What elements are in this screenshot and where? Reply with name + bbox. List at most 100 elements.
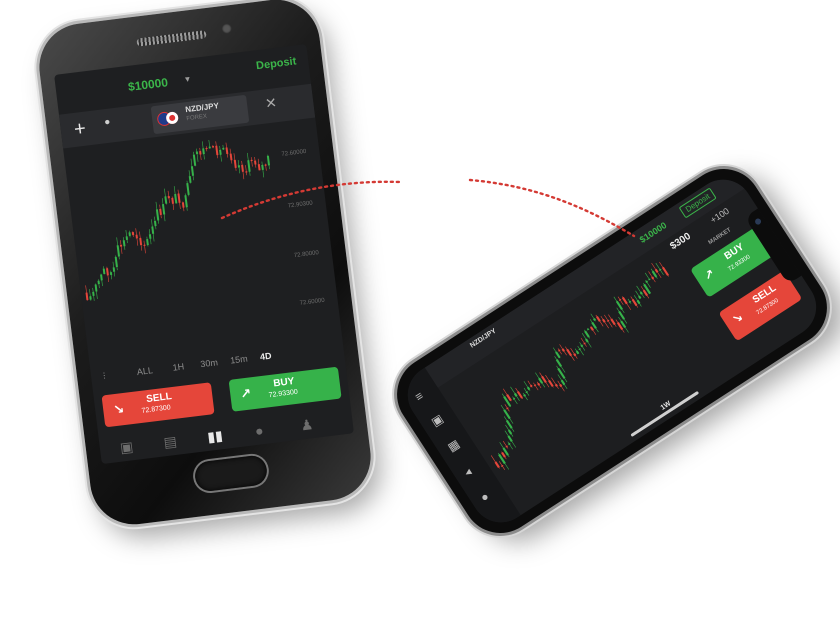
candle-body [250, 159, 253, 162]
megaphone-icon[interactable]: ◂ [461, 465, 474, 480]
candle-wick [551, 377, 559, 389]
asset-name[interactable]: NZD/JPY [469, 328, 498, 350]
timeframe-1h[interactable]: 1H [172, 361, 185, 372]
timeframe-15m[interactable]: 15m [230, 354, 249, 366]
candle-body [186, 183, 190, 195]
calendar-icon[interactable]: ▦ [445, 437, 462, 455]
candle-body [153, 220, 157, 227]
candle-body [513, 392, 518, 397]
candle-body [537, 382, 541, 386]
candle-body [237, 165, 241, 168]
candle-body [560, 379, 566, 386]
candle-body [516, 390, 523, 399]
landscape-phone: ≡ ▣ ▦ ◂ ● NZD/JPY $10000 Deposit $300 +1… [382, 154, 840, 548]
candle-body [225, 147, 229, 155]
arrow-down-right-icon: ↘ [729, 309, 746, 327]
sell-price: 72.87300 [141, 404, 172, 415]
chart-bars-icon[interactable]: ▮▮ [206, 427, 223, 446]
product-showcase: $10000 ▼ Deposit + ● NZD/JPY FOREX ✕ 72.… [0, 0, 840, 622]
candle-body [578, 348, 581, 351]
timeframe-4d[interactable]: 4D [259, 351, 272, 362]
candle-body [584, 330, 590, 338]
arrow-down-right-icon: ↘ [112, 401, 126, 418]
menu-icon[interactable]: ≡ [412, 389, 426, 405]
candle-body [261, 164, 264, 171]
chevron-down-icon[interactable]: ▼ [183, 74, 192, 84]
candle-body [573, 353, 577, 357]
briefcase-icon[interactable]: ▣ [119, 438, 134, 456]
candle-body [174, 193, 178, 204]
candle-body [143, 244, 146, 247]
asset-type: FOREX [186, 113, 208, 123]
balance-display[interactable]: $10000 [638, 220, 669, 245]
candle-body [247, 160, 251, 172]
candle-wick [196, 148, 199, 162]
sell-button[interactable]: ↘ SELL 72.87300 [101, 382, 215, 428]
candle-body [146, 239, 149, 246]
candle-body [167, 195, 170, 199]
candle-body [100, 274, 103, 281]
candle-body [533, 384, 537, 387]
candle-wick [502, 440, 509, 449]
candle-body [188, 175, 192, 183]
candle-type-icon[interactable]: ● [104, 117, 111, 129]
close-icon[interactable]: ✕ [264, 90, 308, 112]
candle-body [119, 244, 123, 247]
candle-body [636, 299, 641, 305]
candle-body [112, 267, 116, 272]
candle-body [128, 232, 131, 237]
candle-body [507, 429, 513, 435]
buy-price: 72.93300 [268, 388, 299, 400]
chart-type-icon[interactable]: ⫶ [103, 371, 107, 382]
chat-icon[interactable]: ● [254, 422, 264, 439]
home-button[interactable] [193, 454, 269, 493]
candle-body [583, 342, 586, 345]
document-icon[interactable]: ▤ [163, 433, 178, 451]
candle-body [106, 268, 109, 276]
candle-body [651, 276, 655, 280]
candle-body [135, 234, 138, 239]
tab-asset-nzdjpy[interactable]: NZD/JPY FOREX [150, 94, 250, 135]
candle-body [159, 208, 162, 215]
candle-body [254, 160, 257, 165]
candle-wick [557, 348, 562, 355]
candle-body [171, 197, 174, 204]
timeframe-30m[interactable]: 30m [200, 357, 219, 369]
sell-label: SELL [145, 391, 173, 406]
candle-body [181, 202, 185, 208]
briefcase-icon[interactable]: ▣ [429, 411, 446, 429]
candle-body [151, 226, 155, 234]
candle-body [648, 278, 651, 281]
candle-body [639, 291, 643, 295]
candle-body [205, 147, 208, 150]
candle-body [529, 384, 533, 388]
candle-body [628, 300, 632, 303]
candle-body [596, 316, 601, 322]
user-icon[interactable]: ♟ [300, 416, 315, 434]
add-asset-icon[interactable]: + [65, 115, 94, 144]
timeframe-all[interactable]: ALL [136, 365, 153, 377]
candlestick-chart[interactable]: 72.60000 72.90300 72.80000 72.60000 [68, 124, 337, 352]
candle-body [125, 236, 129, 240]
candle-wick [507, 441, 513, 450]
deposit-button[interactable]: Deposit [255, 55, 297, 72]
candle-body [554, 383, 558, 387]
candle-body [229, 153, 233, 161]
candle-wick [143, 240, 146, 254]
candle-body [618, 298, 622, 301]
candle-body [512, 397, 516, 400]
candle-body [526, 386, 531, 391]
chat-icon[interactable]: ● [478, 489, 492, 505]
candle-body [190, 166, 195, 176]
candle-body [219, 149, 222, 155]
buy-button[interactable]: ↗ BUY 72.93300 [228, 366, 342, 412]
candle-body [566, 348, 573, 357]
price-axis-label: 72.90300 [287, 200, 313, 209]
candle-body [586, 328, 590, 331]
candle-body [506, 407, 509, 410]
buy-label: BUY [272, 376, 296, 390]
balance-display[interactable]: $10000 [127, 75, 168, 94]
candle-body [257, 164, 261, 171]
candle-body [222, 147, 225, 150]
candle-body [161, 203, 166, 215]
